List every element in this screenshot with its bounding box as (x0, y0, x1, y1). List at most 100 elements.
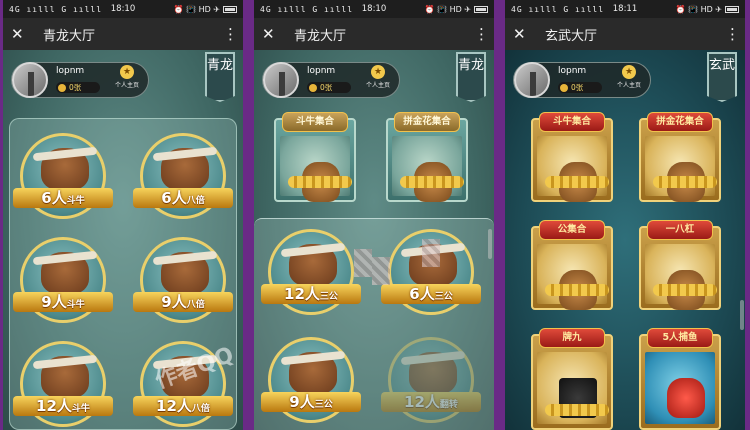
room-9-sangong[interactable]: 9人三公 (261, 337, 361, 423)
room-ribbon: 9人三公 (261, 392, 361, 412)
avatar[interactable] (263, 62, 299, 98)
page-title: 玄武大厅 (545, 28, 598, 44)
category-art (280, 136, 352, 202)
coin-amount: 0张 (69, 83, 82, 92)
lobby-body: lopnm 0张 ★ 个人主页 青龙 斗牛集合 拼金花集合 12人三公 6人三公… (254, 50, 494, 430)
status-bar: 4G ıılll G ıılll 18:10 ⏰ 📳 HD ✈︎ (254, 0, 494, 18)
category-paijiu[interactable]: 牌九 (531, 328, 613, 430)
room-6-bab[interactable]: 6人八倍 (133, 133, 233, 219)
homepage-label: 个人主页 (114, 82, 139, 89)
more-icon[interactable]: ⋮ (474, 25, 489, 43)
category-art (537, 352, 609, 424)
category-gong[interactable]: 公集合 (531, 220, 613, 310)
status-bar: 4G ıılll G ıılll 18:10 ⏰ 📳 HD ✈︎ (3, 0, 243, 18)
room-panel: 12人三公 6人三公 9人三公 12人翻转 (254, 218, 494, 430)
category-label: 斗牛集合 (539, 112, 605, 132)
room-ribbon: 9人八倍 (133, 292, 233, 312)
category-label: 拼金花集合 (647, 112, 713, 132)
category-art (645, 352, 715, 424)
close-icon[interactable]: ✕ (513, 25, 537, 43)
homepage-button[interactable]: ★ 个人主页 (614, 65, 644, 89)
room-12-fanzhuan[interactable]: 12人翻转 (381, 337, 481, 423)
category-art (537, 136, 609, 202)
category-label: 拼金花集合 (394, 112, 460, 132)
homepage-button[interactable]: ★ 个人主页 (363, 65, 393, 89)
page-title: 青龙大厅 (294, 28, 347, 44)
lobby-body: lopnm 0张 ★ 个人主页 青龙 6人斗牛 6人八倍 9人斗牛 9人八倍 1… (3, 50, 243, 430)
username: lopnm (307, 66, 336, 76)
room-count: 6人 (41, 189, 67, 207)
room-mode: 三公 (314, 400, 333, 410)
room-count: 9人 (289, 393, 315, 411)
category-jinhua[interactable]: 拼金花集合 (639, 112, 721, 202)
room-ribbon: 12人八倍 (133, 396, 233, 416)
category-label: 牌九 (539, 328, 605, 348)
category-niu[interactable]: 斗牛集合 (531, 112, 613, 202)
room-ribbon: 12人斗牛 (13, 396, 113, 416)
bull-icon (289, 244, 337, 286)
close-icon[interactable]: ✕ (262, 25, 286, 43)
coins-icon (545, 404, 609, 416)
coins-icon (653, 284, 717, 296)
category-fishing[interactable]: 5人捕鱼 (639, 328, 721, 430)
clock: 18:11 (612, 4, 638, 14)
phone-screen-2: 4G ıılll G ıılll 18:10 ⏰ 📳 HD ✈︎ ✕ 青龙大厅 … (254, 0, 494, 430)
bull-icon (41, 252, 89, 294)
coins-icon (400, 176, 464, 188)
room-ribbon: 6人八倍 (133, 188, 233, 208)
category-yibagang[interactable]: 一八杠 (639, 220, 721, 310)
crab-icon (667, 378, 705, 418)
category-niu[interactable]: 斗牛集合 (274, 112, 356, 202)
avatar[interactable] (514, 62, 550, 98)
homepage-label: 个人主页 (616, 82, 641, 89)
category-art (645, 244, 717, 310)
battery-icon (725, 5, 739, 13)
blur-mask (354, 249, 372, 277)
title-bar: ✕ 玄武大厅 ⋮ (505, 18, 745, 50)
user-profile[interactable]: lopnm 0张 ★ 个人主页 (262, 62, 400, 98)
category-jinhua[interactable]: 拼金花集合 (386, 112, 468, 202)
avatar[interactable] (12, 62, 48, 98)
room-12-niu[interactable]: 12人斗牛 (13, 341, 113, 427)
coin-amount: 0张 (320, 83, 333, 92)
room-count: 12人 (156, 397, 192, 415)
room-ribbon: 12人翻转 (381, 392, 481, 412)
page-title: 青龙大厅 (43, 28, 96, 44)
lobby-body: lopnm 0张 ★ 个人主页 玄武 斗牛集合 拼金花集合 公集合 一八杠 牌九… (505, 50, 745, 430)
room-9-niu[interactable]: 9人斗牛 (13, 237, 113, 323)
more-icon[interactable]: ⋮ (223, 25, 238, 43)
close-icon[interactable]: ✕ (11, 25, 35, 43)
more-icon[interactable]: ⋮ (725, 25, 740, 43)
coin-icon (560, 83, 568, 92)
clock: 18:10 (361, 4, 387, 14)
room-ribbon: 6人斗牛 (13, 188, 113, 208)
room-12-sangong[interactable]: 12人三公 (261, 229, 361, 315)
coin-balance: 0张 (56, 82, 100, 93)
room-count: 6人 (161, 189, 187, 207)
battery-icon (474, 5, 488, 13)
room-ribbon: 9人斗牛 (13, 292, 113, 312)
username: lopnm (56, 66, 85, 76)
bull-icon (41, 356, 89, 398)
room-count: 12人 (284, 285, 320, 303)
bull-icon (161, 148, 209, 190)
scrollbar[interactable] (488, 229, 492, 259)
room-6-niu[interactable]: 6人斗牛 (13, 133, 113, 219)
room-mode: 八倍 (186, 300, 205, 310)
room-9-bab[interactable]: 9人八倍 (133, 237, 233, 323)
user-profile[interactable]: lopnm 0张 ★ 个人主页 (11, 62, 149, 98)
room-mode: 斗牛 (71, 404, 90, 414)
homepage-button[interactable]: ★ 个人主页 (112, 65, 142, 89)
category-label: 公集合 (539, 220, 605, 240)
hall-banner: 青龙 (205, 52, 235, 102)
room-count: 9人 (41, 293, 67, 311)
category-art (392, 136, 464, 202)
category-art (537, 244, 609, 310)
blur-mask (422, 239, 440, 267)
user-profile[interactable]: lopnm 0张 ★ 个人主页 (513, 62, 651, 98)
bull-icon (161, 252, 209, 294)
room-mode: 三公 (319, 292, 338, 302)
category-label: 5人捕鱼 (647, 328, 713, 348)
scrollbar[interactable] (740, 300, 744, 330)
title-bar: ✕ 青龙大厅 ⋮ (3, 18, 243, 50)
